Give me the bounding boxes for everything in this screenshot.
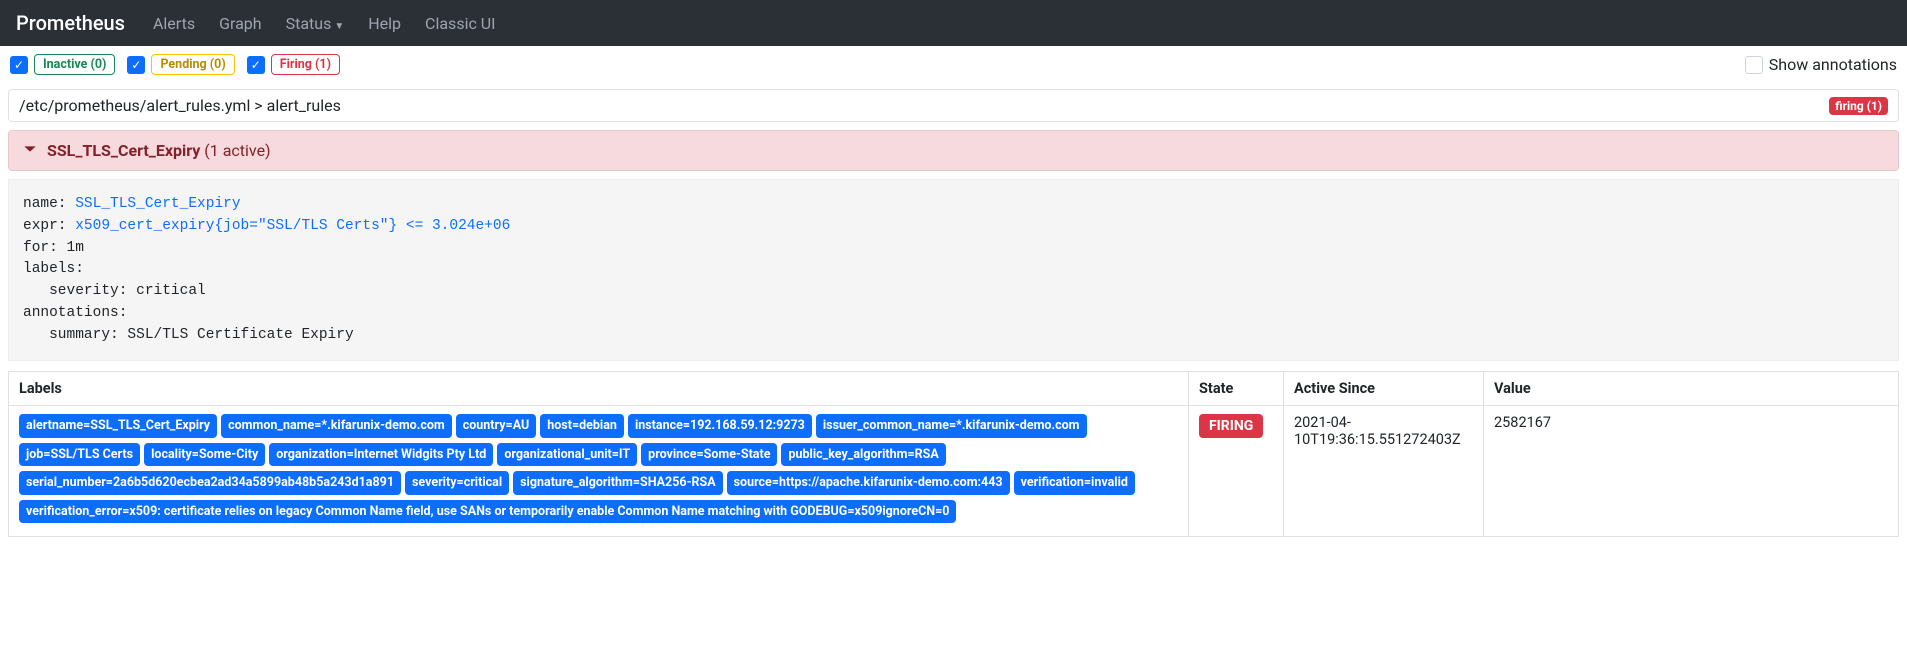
alert-header[interactable]: SSL_TLS_Cert_Expiry (1 active) <box>9 131 1898 170</box>
show-annotations-label: Show annotations <box>1769 55 1897 74</box>
state-badge: FIRING <box>1199 414 1263 438</box>
alert-body: name: SSL_TLS_Cert_Expiry expr: x509_cer… <box>8 179 1899 361</box>
col-state: State <box>1189 372 1284 406</box>
table-row: alertname=SSL_TLS_Cert_Expirycommon_name… <box>9 406 1899 537</box>
label-badge: locality=Some-City <box>144 443 265 467</box>
rule-expr-link[interactable]: x509_cert_expiry{job="SSL/TLS Certs"} <=… <box>75 218 510 234</box>
alert-panel: SSL_TLS_Cert_Expiry (1 active) <box>8 130 1899 171</box>
label-badge: serial_number=2a6b5d620ecbea2ad34a5899ab… <box>19 471 401 495</box>
alert-active-count: (1 active) <box>204 141 270 160</box>
col-since: Active Since <box>1284 372 1484 406</box>
pending-pill[interactable]: Pending (0) <box>151 54 234 75</box>
label-badge: province=Some-State <box>641 443 777 467</box>
rule-group-row[interactable]: /etc/prometheus/alert_rules.yml > alert_… <box>8 89 1899 122</box>
label-badge: country=AU <box>456 414 537 438</box>
alert-name: SSL_TLS_Cert_Expiry <box>47 141 200 160</box>
cell-state: FIRING <box>1189 406 1284 537</box>
show-annotations-checkbox[interactable] <box>1745 56 1763 74</box>
nav-alerts[interactable]: Alerts <box>141 6 207 41</box>
brand[interactable]: Prometheus <box>16 11 125 35</box>
label-badge: verification=invalid <box>1014 471 1135 495</box>
col-value: Value <box>1484 372 1899 406</box>
nav-status-label: Status <box>286 14 332 33</box>
cell-labels: alertname=SSL_TLS_Cert_Expirycommon_name… <box>9 406 1189 537</box>
nav-classic-ui[interactable]: Classic UI <box>413 6 507 41</box>
nav-help[interactable]: Help <box>356 6 413 41</box>
cell-since: 2021-04-10T19:36:15.551272403Z <box>1284 406 1484 537</box>
navbar: Prometheus Alerts Graph Status▼ Help Cla… <box>0 0 1907 46</box>
rule-group-path: /etc/prometheus/alert_rules.yml > alert_… <box>19 96 341 115</box>
label-badge: source=https://apache.kifarunix-demo.com… <box>727 471 1010 495</box>
firing-checkbox[interactable] <box>247 56 265 74</box>
show-annotations-toggle[interactable]: Show annotations <box>1745 55 1897 74</box>
label-badge: organizational_unit=IT <box>497 443 637 467</box>
group-firing-badge: firing (1) <box>1829 97 1888 115</box>
firing-pill[interactable]: Firing (1) <box>271 54 340 75</box>
nav-graph[interactable]: Graph <box>207 6 274 41</box>
label-badge: public_key_algorithm=RSA <box>781 443 945 467</box>
filter-bar: Inactive (0) Pending (0) Firing (1) Show… <box>0 46 1907 83</box>
label-badge: instance=192.168.59.12:9273 <box>628 414 812 438</box>
label-badge: organization=Internet Widgits Pty Ltd <box>269 443 493 467</box>
alert-rule-definition: name: SSL_TLS_Cert_Expiry expr: x509_cer… <box>8 179 1899 361</box>
label-badge: severity=critical <box>405 471 509 495</box>
col-labels: Labels <box>9 372 1189 406</box>
chevron-down-icon: ▼ <box>334 21 344 32</box>
label-badge: verification_error=x509: certificate rel… <box>19 500 956 524</box>
label-badge: common_name=*.kifarunix-demo.com <box>221 414 452 438</box>
label-badge: issuer_common_name=*.kifarunix-demo.com <box>816 414 1087 438</box>
table-header-row: Labels State Active Since Value <box>9 372 1899 406</box>
alerts-table: Labels State Active Since Value alertnam… <box>8 371 1899 537</box>
label-badge: job=SSL/TLS Certs <box>19 443 140 467</box>
label-badge: host=debian <box>540 414 624 438</box>
cell-value: 2582167 <box>1484 406 1899 537</box>
inactive-pill[interactable]: Inactive (0) <box>34 54 115 75</box>
inactive-checkbox[interactable] <box>10 56 28 74</box>
chevron-down-icon <box>23 141 37 160</box>
pending-checkbox[interactable] <box>127 56 145 74</box>
rule-name-link[interactable]: SSL_TLS_Cert_Expiry <box>75 196 240 212</box>
label-badge: signature_algorithm=SHA256-RSA <box>513 471 722 495</box>
label-badge: alertname=SSL_TLS_Cert_Expiry <box>19 414 217 438</box>
nav-status[interactable]: Status▼ <box>274 6 357 41</box>
